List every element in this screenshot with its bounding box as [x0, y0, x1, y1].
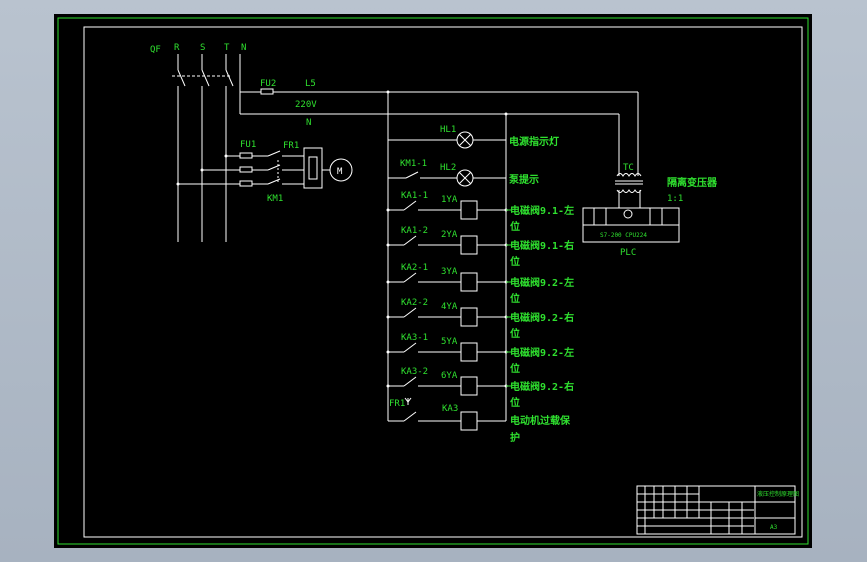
label-voltage: 220V	[295, 100, 317, 110]
desc-valve-3-pos: 位	[510, 292, 520, 305]
coil-5ya	[460, 342, 478, 362]
label-coil-5ya: 5YA	[441, 337, 458, 347]
label-n-line: N	[306, 118, 311, 128]
desc-hl2: 泵提示	[509, 173, 539, 186]
desc-valve-1: 电磁阀9.1-左	[510, 204, 574, 217]
schematic-canvas: QF R S T N FU2 L5 220V N FU1 FR1 M KM1 H…	[57, 17, 809, 545]
label-fu1: FU1	[240, 140, 256, 150]
desc-valve-3: 电磁阀9.2-左	[510, 276, 574, 289]
label-fu2: FU2	[260, 79, 276, 89]
transformer-plc: TC 隔离变压器 1:1 S7-200 CPU224 PLC	[582, 163, 718, 258]
transformer-ratio: 1:1	[667, 194, 683, 204]
fuse-fu1-b	[239, 166, 253, 173]
label-t: T	[224, 43, 230, 53]
transformer-title: 隔离变压器	[667, 176, 718, 189]
desc-overload-1: 电动机过载保	[510, 414, 571, 427]
overload-relay-fr1	[303, 147, 323, 189]
contact-km1-1	[405, 171, 419, 179]
contact-ka1-2	[403, 235, 417, 246]
label-tc: TC	[623, 163, 634, 173]
label-hl1: HL1	[440, 125, 456, 135]
desc-valve-6-pos: 位	[510, 396, 520, 409]
desc-valve-6: 电磁阀9.2-右	[510, 380, 574, 393]
transformer-secondary	[616, 189, 642, 193]
fuse-fu2	[260, 88, 274, 95]
coil-6ya	[460, 376, 478, 396]
contact-ka1-1	[403, 200, 417, 211]
label-hl2: HL2	[440, 163, 456, 173]
contact-fr1	[403, 411, 417, 422]
motor-branch-wires	[176, 150, 304, 187]
label-contact-ka3-1: KA3-1	[401, 333, 428, 343]
label-coil-6ya: 6YA	[441, 371, 458, 381]
contact-ka3-2	[403, 376, 417, 387]
desc-overload-2: 护	[510, 431, 520, 444]
label-contact-ka2-1: KA2-1	[401, 263, 428, 273]
qf-blade-r	[177, 69, 186, 87]
plc-inner-label: S7-200 CPU224	[600, 232, 647, 239]
coil-4ya	[460, 307, 478, 327]
label-coil-1ya: 1YA	[441, 195, 458, 205]
label-km1: KM1	[267, 194, 283, 204]
label-contact-ka1-1: KA1-1	[401, 191, 428, 201]
label-contact-ka1-2: KA1-2	[401, 226, 428, 236]
valve-rungs: KA1-1 1YA 电磁阀9.1-左位 KA1-2 2YA 电磁阀9.1-右位 KA2-1 3…	[386, 191, 574, 409]
label-plc: PLC	[620, 248, 636, 258]
control-ladder: HL1 电源指示灯 KM1-1 HL2 泵提示 KA1-1 1YA 电磁阀9.1-左…	[386, 90, 574, 444]
desc-valve-4: 电磁阀9.2-右	[510, 311, 574, 324]
label-coil-3ya: 3YA	[441, 267, 458, 277]
transformer-primary	[616, 173, 642, 177]
label-r: R	[174, 43, 180, 53]
desc-valve-2: 电磁阀9.1-右	[510, 239, 574, 252]
label-motor: M	[337, 167, 343, 177]
coil-ka3	[460, 411, 478, 431]
label-qf: QF	[150, 45, 161, 55]
label-km1-1: KM1-1	[400, 159, 427, 169]
desc-valve-2-pos: 位	[510, 255, 520, 268]
contact-ka3-1	[403, 342, 417, 353]
label-contact-ka3-2: KA3-2	[401, 367, 428, 377]
title-block: 液压控制原理图 A3	[636, 485, 799, 535]
coil-1ya	[460, 200, 478, 220]
label-n: N	[241, 43, 246, 53]
label-ka3: KA3	[442, 404, 458, 414]
qf-blade-s	[201, 69, 210, 87]
contact-ka2-2	[403, 307, 417, 318]
label-l5: L5	[305, 79, 316, 89]
label-fr1-contact: FR1	[389, 399, 405, 409]
desc-valve-5: 电磁阀9.2-左	[510, 346, 574, 359]
qf-blade-t	[225, 69, 234, 87]
coil-2ya	[460, 235, 478, 255]
outer-border	[57, 17, 809, 545]
fuse-fu1-a	[239, 152, 253, 159]
desc-hl1: 电源指示灯	[509, 135, 559, 148]
drawing-sheet: QF R S T N FU2 L5 220V N FU1 FR1 M KM1 H…	[54, 14, 812, 548]
desc-valve-5-pos: 位	[510, 362, 520, 375]
sheet-size: A3	[770, 524, 778, 531]
label-contact-ka2-2: KA2-2	[401, 298, 428, 308]
label-coil-4ya: 4YA	[441, 302, 458, 312]
label-coil-2ya: 2YA	[441, 230, 458, 240]
label-fr1: FR1	[283, 141, 299, 151]
desc-valve-1-pos: 位	[510, 220, 520, 233]
coil-3ya	[460, 272, 478, 292]
drawing-title: 液压控制原理图	[757, 490, 799, 498]
fuse-fu1-c	[239, 180, 253, 187]
contact-ka2-1	[403, 272, 417, 283]
desc-valve-4-pos: 位	[510, 327, 520, 340]
label-s: S	[200, 43, 205, 53]
